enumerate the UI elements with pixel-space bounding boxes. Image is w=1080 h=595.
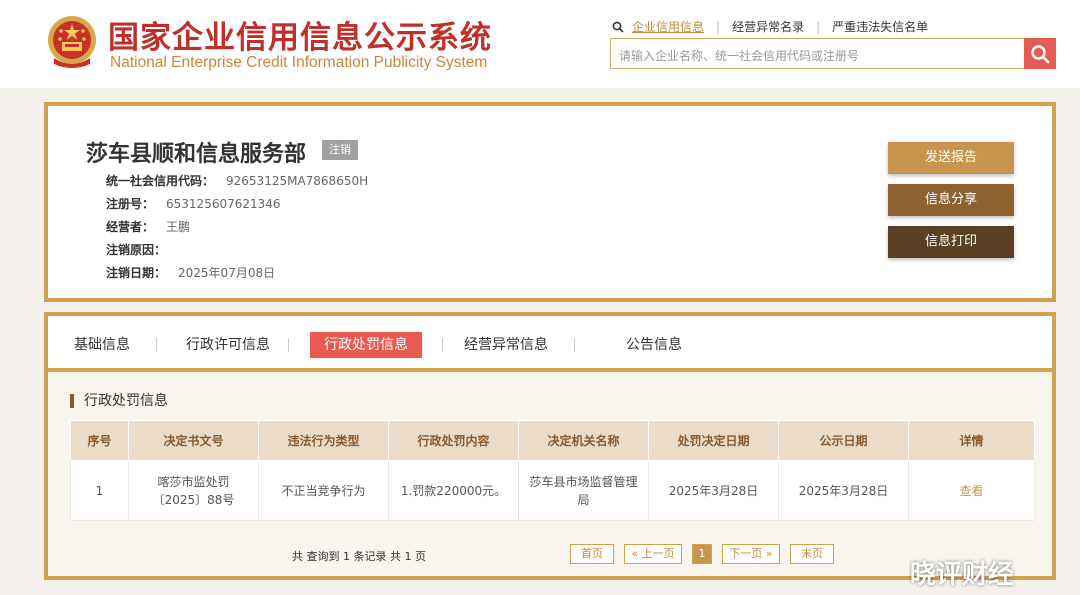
info-value: 王鹏: [166, 220, 191, 234]
section-title: 行政处罚信息: [70, 394, 168, 408]
tab-bar: 基础信息 行政许可信息 行政处罚信息 经营异常信息 公告信息: [48, 316, 1052, 372]
tab-admin-penalty[interactable]: 行政处罚信息: [310, 332, 422, 358]
nav-link-enterprise-credit[interactable]: 企业信用信息: [632, 18, 704, 35]
tab-separator: [574, 338, 575, 352]
last-page-button[interactable]: 末页: [790, 544, 834, 564]
tab-separator: [156, 338, 157, 352]
company-name: 莎车县顺和信息服务部: [86, 142, 307, 167]
national-emblem-icon: [48, 16, 96, 68]
search-icon: [1031, 44, 1050, 63]
column-header: 详情: [908, 420, 1035, 461]
cell-publish-date: 2025年3月28日: [778, 460, 909, 521]
penalty-table: 序号 决定书文号 违法行为类型 行政处罚内容 决定机关名称 处罚决定日期 公示日…: [70, 420, 1035, 521]
info-row-cancel-reason: 注销原因：: [106, 241, 178, 258]
watermark-text: 晓评财经: [910, 560, 1015, 590]
info-label: 注销日期：: [106, 266, 167, 280]
cell-index: 1: [70, 460, 129, 521]
first-page-button[interactable]: 首页: [570, 544, 614, 564]
tab-announcement[interactable]: 公告信息: [626, 332, 682, 358]
site-title: 国家企业信用信息公示系统: [108, 20, 492, 56]
send-report-button[interactable]: 发送报告: [888, 142, 1014, 174]
column-header: 决定机关名称: [518, 420, 649, 461]
info-value: 92653125MA7868650H: [226, 174, 369, 188]
info-row-operator: 经营者： 王鹏: [106, 218, 190, 235]
cell-authority: 莎车县市场监督管理局: [518, 460, 649, 521]
pagination-total: 共 查询到 1 条记录 共 1 页: [292, 550, 426, 563]
cell-violation-type: 不正当竞争行为: [258, 460, 389, 521]
column-header: 决定书文号: [128, 420, 259, 461]
column-header: 公示日期: [778, 420, 909, 461]
prev-page-button[interactable]: « 上一页: [624, 544, 682, 564]
search-input[interactable]: 请输入企业名称、统一社会信用代码或注册号: [610, 38, 1024, 69]
table-row: 1 喀莎市监处罚〔2025〕88号 不正当竞争行为 1.罚款220000元。 莎…: [70, 460, 1035, 521]
site-header: 国家企业信用信息公示系统 National Enterprise Credit …: [0, 0, 1080, 88]
cell-penalty-content: 1.罚款220000元。: [388, 460, 519, 521]
status-badge: 注销: [322, 140, 358, 160]
column-header: 行政处罚内容: [388, 420, 519, 461]
search-button[interactable]: [1024, 38, 1056, 69]
column-header: 序号: [70, 420, 129, 461]
tab-separator: [442, 338, 443, 352]
nav-separator: |: [816, 19, 821, 34]
company-info-card: 莎车县顺和信息服务部 注销 统一社会信用代码： 92653125MA7868650…: [44, 102, 1056, 302]
print-info-button[interactable]: 信息打印: [888, 226, 1014, 258]
tab-content: 行政处罚信息 序号 决定书文号 违法行为类型 行政处罚内容 决定机关名称 处罚决…: [48, 372, 1052, 576]
tab-basic-info[interactable]: 基础信息: [74, 332, 130, 358]
info-value: 2025年07月08日: [178, 266, 276, 280]
column-header: 处罚决定日期: [648, 420, 779, 461]
info-label: 经营者：: [106, 220, 155, 234]
current-page-button[interactable]: 1: [692, 544, 712, 564]
tab-abnormal-operation[interactable]: 经营异常信息: [464, 332, 548, 358]
nav-link-blacklist[interactable]: 严重违法失信名单: [832, 18, 928, 35]
info-row-reg-no: 注册号： 653125607621346: [106, 195, 281, 212]
table-header-row: 序号 决定书文号 违法行为类型 行政处罚内容 决定机关名称 处罚决定日期 公示日…: [70, 420, 1035, 461]
info-row-credit-code: 统一社会信用代码： 92653125MA7868650H: [106, 172, 368, 189]
nav-link-abnormal-list[interactable]: 经营异常名录: [732, 18, 804, 35]
info-label: 注册号：: [106, 197, 155, 211]
info-row-cancel-date: 注销日期： 2025年07月08日: [106, 264, 275, 281]
detail-panel: 基础信息 行政许可信息 行政处罚信息 经营异常信息 公告信息 行政处罚信息 序号…: [44, 312, 1056, 580]
share-info-button[interactable]: 信息分享: [888, 184, 1014, 216]
cell-decision-date: 2025年3月28日: [648, 460, 779, 521]
tab-separator: [288, 338, 289, 352]
column-header: 违法行为类型: [258, 420, 389, 461]
tab-admin-license[interactable]: 行政许可信息: [186, 332, 270, 358]
cell-decision-no: 喀莎市监处罚〔2025〕88号: [128, 460, 259, 521]
top-nav: 企业信用信息 | 经营异常名录 | 严重违法失信名单: [612, 18, 928, 35]
info-label: 统一社会信用代码：: [106, 174, 215, 188]
info-value: 653125607621346: [166, 197, 281, 211]
next-page-button[interactable]: 下一页 »: [722, 544, 780, 564]
info-label: 注销原因：: [106, 243, 167, 257]
nav-separator: |: [716, 19, 721, 34]
search-small-icon: [612, 21, 624, 33]
site-subtitle: National Enterprise Credit Information P…: [110, 54, 488, 71]
view-details-link[interactable]: 查看: [908, 460, 1035, 521]
